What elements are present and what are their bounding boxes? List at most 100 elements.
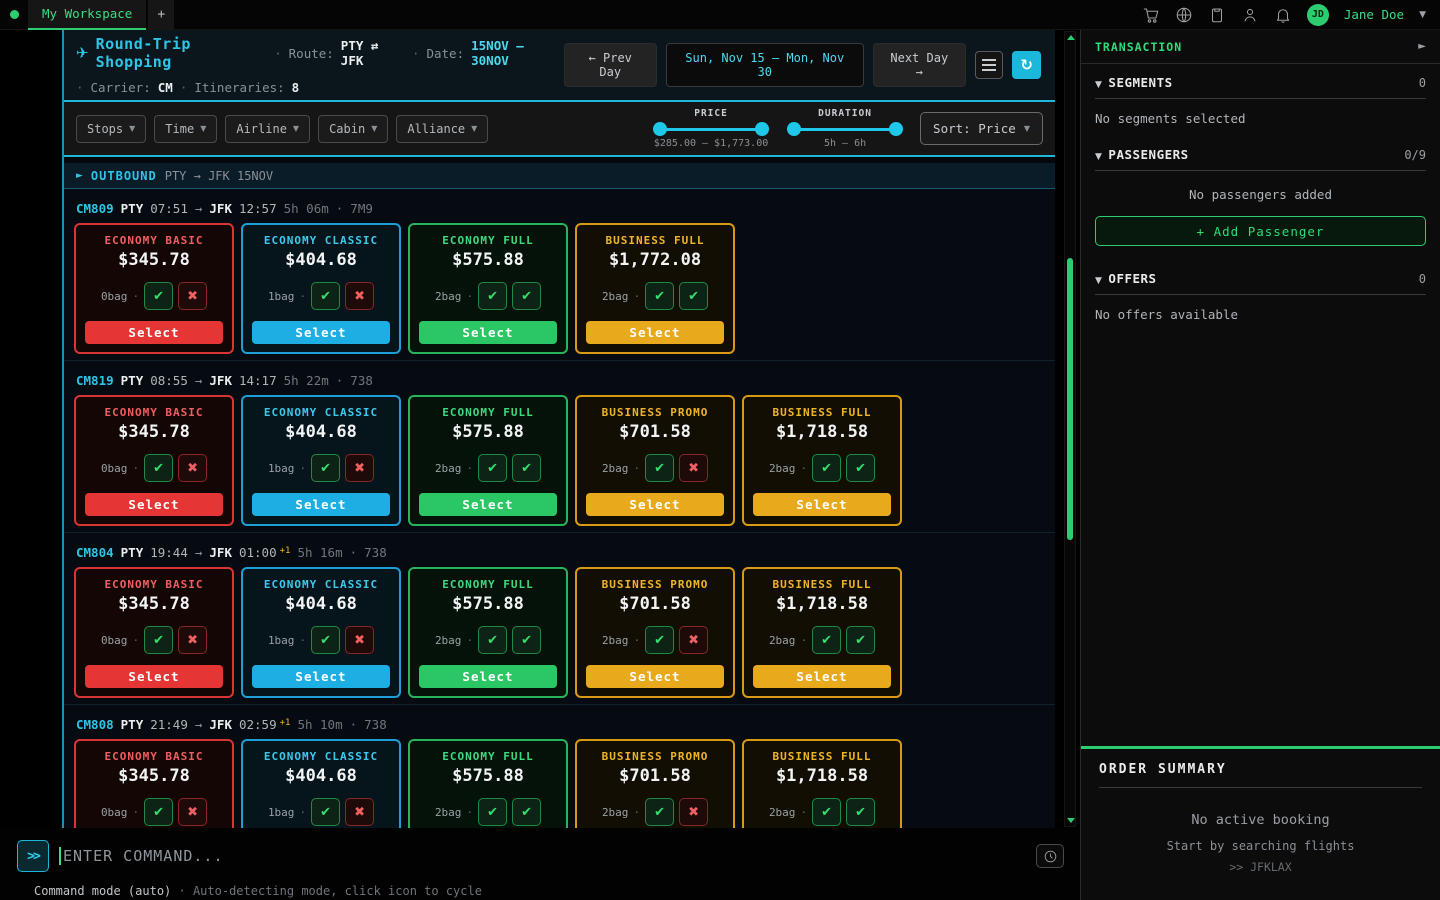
separator: · (132, 290, 139, 303)
command-bar: >> ENTER COMMAND... Command mode (auto) … (0, 828, 1080, 900)
passengers-section-header[interactable]: ▼PASSENGERS 0/9 (1095, 147, 1426, 171)
scroll-up-arrow-icon[interactable] (1067, 35, 1075, 40)
baggage-excluded-icon: ✖ (178, 798, 207, 826)
add-passenger-button[interactable]: + Add Passenger (1095, 216, 1426, 246)
fare-card: ECONOMY CLASSIC $404.68 1bag · ✔✖ Select (241, 739, 401, 828)
segments-count: 0 (1419, 76, 1426, 90)
carrier-label: Carrier: (91, 80, 151, 95)
separator: · (350, 545, 358, 560)
select-fare-button[interactable]: Select (85, 321, 223, 344)
price-slider[interactable] (655, 122, 767, 136)
baggage-excluded-icon: ✖ (679, 454, 708, 482)
expand-arrow-icon: ► (76, 171, 83, 181)
flight-departure-time: 08:55 (150, 373, 188, 388)
fare-price: $701.58 (619, 766, 691, 786)
arrow-right-icon: → (195, 201, 203, 216)
select-fare-button[interactable]: Select (85, 493, 223, 516)
user-icon[interactable] (1241, 6, 1259, 24)
select-fare-button[interactable]: Select (419, 493, 557, 516)
prev-day-button[interactable]: ← Prev Day (564, 43, 657, 87)
separator: · (299, 462, 306, 475)
workspace-tab[interactable]: My Workspace (28, 0, 146, 30)
select-fare-button[interactable]: Select (753, 493, 891, 516)
caret-down-icon: ▼ (200, 124, 206, 133)
flight-list: CM809 PTY 07:51 → JFK 12:57 5h 06m · 7M9… (64, 189, 1055, 828)
sort-dropdown[interactable]: Sort: Price ▼ (920, 112, 1043, 145)
filter-label: Cabin (329, 122, 365, 136)
segments-section-header[interactable]: ▼SEGMENTS 0 (1095, 75, 1426, 99)
cart-icon[interactable] (1142, 6, 1160, 24)
bag-count: 2bag (602, 634, 629, 647)
baggage-included-icon: ✔ (846, 626, 875, 654)
select-fare-button[interactable]: Select (586, 493, 724, 516)
baggage-included-icon: ✔ (512, 282, 541, 310)
select-fare-button[interactable]: Select (586, 665, 724, 688)
filter-dropdown-button[interactable]: Time ▼ (154, 115, 217, 143)
separator: · (76, 80, 84, 95)
bag-count: 2bag (769, 806, 796, 819)
price-slider-max-handle[interactable] (755, 122, 769, 136)
bag-marks: ✔✖ (645, 798, 708, 826)
filter-dropdown-button[interactable]: Airline ▼ (225, 115, 310, 143)
select-fare-button[interactable]: Select (252, 493, 390, 516)
duration-slider[interactable] (789, 122, 901, 136)
select-fare-button[interactable]: Select (753, 665, 891, 688)
order-summary-main-text: No active booking (1099, 812, 1422, 828)
bell-icon[interactable] (1274, 6, 1292, 24)
caret-down-icon: ▼ (471, 124, 477, 133)
flight-block: CM804 PTY 19:44 → JFK 01:00 +1 5h 16m · … (64, 533, 1055, 705)
fare-price: $404.68 (285, 766, 357, 786)
baggage-included-icon: ✔ (478, 454, 507, 482)
select-fare-button[interactable]: Select (419, 321, 557, 344)
offers-section-header[interactable]: ▼OFFERS 0 (1095, 271, 1426, 295)
new-tab-button[interactable]: + (148, 0, 174, 30)
bag-count: 2bag (435, 290, 462, 303)
filter-dropdown-button[interactable]: Cabin ▼ (318, 115, 388, 143)
separator: · (299, 290, 306, 303)
fare-price: $345.78 (118, 766, 190, 786)
filter-dropdown-button[interactable]: Alliance ▼ (396, 115, 488, 143)
command-mode-button[interactable]: >> (17, 840, 49, 872)
select-fare-button[interactable]: Select (419, 665, 557, 688)
filter-label: Alliance (407, 122, 465, 136)
separator: · (412, 46, 420, 61)
filter-dropdown-button[interactable]: Stops ▼ (76, 115, 146, 143)
scrollbar[interactable] (1064, 31, 1076, 827)
command-status: Command mode (auto) · Auto-detecting mod… (0, 874, 1080, 898)
refresh-button[interactable]: ↻ (1012, 51, 1041, 79)
fare-card: BUSINESS FULL $1,718.58 2bag · ✔✔ Select (742, 567, 902, 698)
order-summary-command-hint: >> JFKLAX (1099, 860, 1422, 874)
menu-button[interactable] (975, 51, 1004, 79)
baggage-row: 0bag · ✔✖ (101, 626, 207, 654)
scroll-down-arrow-icon[interactable] (1067, 818, 1075, 823)
price-filter: PRICE $285.00 – $1,773.00 (652, 108, 770, 149)
clipboard-icon[interactable] (1208, 6, 1226, 24)
next-day-button[interactable]: Next Day → (873, 43, 966, 87)
transaction-header[interactable]: TRANSACTION ► (1081, 30, 1440, 64)
history-button[interactable] (1036, 844, 1064, 868)
bag-count: 2bag (435, 462, 462, 475)
command-input[interactable]: ENTER COMMAND... (59, 847, 1036, 865)
globe-icon[interactable] (1175, 6, 1193, 24)
select-fare-button[interactable]: Select (252, 665, 390, 688)
price-slider-min-handle[interactable] (653, 122, 667, 136)
select-fare-button[interactable]: Select (252, 321, 390, 344)
collapse-arrow-icon[interactable]: ► (1418, 41, 1426, 52)
date-range-button[interactable]: Sun, Nov 15 – Mon, Nov 30 (666, 43, 864, 87)
baggage-included-icon: ✔ (812, 798, 841, 826)
flight-plus-day: +1 (280, 718, 291, 728)
order-summary-title: ORDER SUMMARY (1099, 762, 1422, 788)
select-fare-button[interactable]: Select (85, 665, 223, 688)
scrollbar-thumb[interactable] (1067, 258, 1073, 540)
bag-count: 1bag (268, 806, 295, 819)
avatar[interactable]: JD (1307, 4, 1329, 26)
select-fare-button[interactable]: Select (586, 321, 724, 344)
chevron-down-icon[interactable]: ▼ (1419, 10, 1426, 20)
outbound-label: OUTBOUND (91, 169, 157, 183)
duration-slider-min-handle[interactable] (787, 122, 801, 136)
duration-slider-max-handle[interactable] (889, 122, 903, 136)
flight-number: CM808 (76, 717, 114, 732)
flight-destination: JFK (209, 201, 232, 216)
baggage-included-icon: ✔ (846, 798, 875, 826)
outbound-section-header[interactable]: ► OUTBOUND PTY → JFK 15NOV (64, 163, 1055, 189)
